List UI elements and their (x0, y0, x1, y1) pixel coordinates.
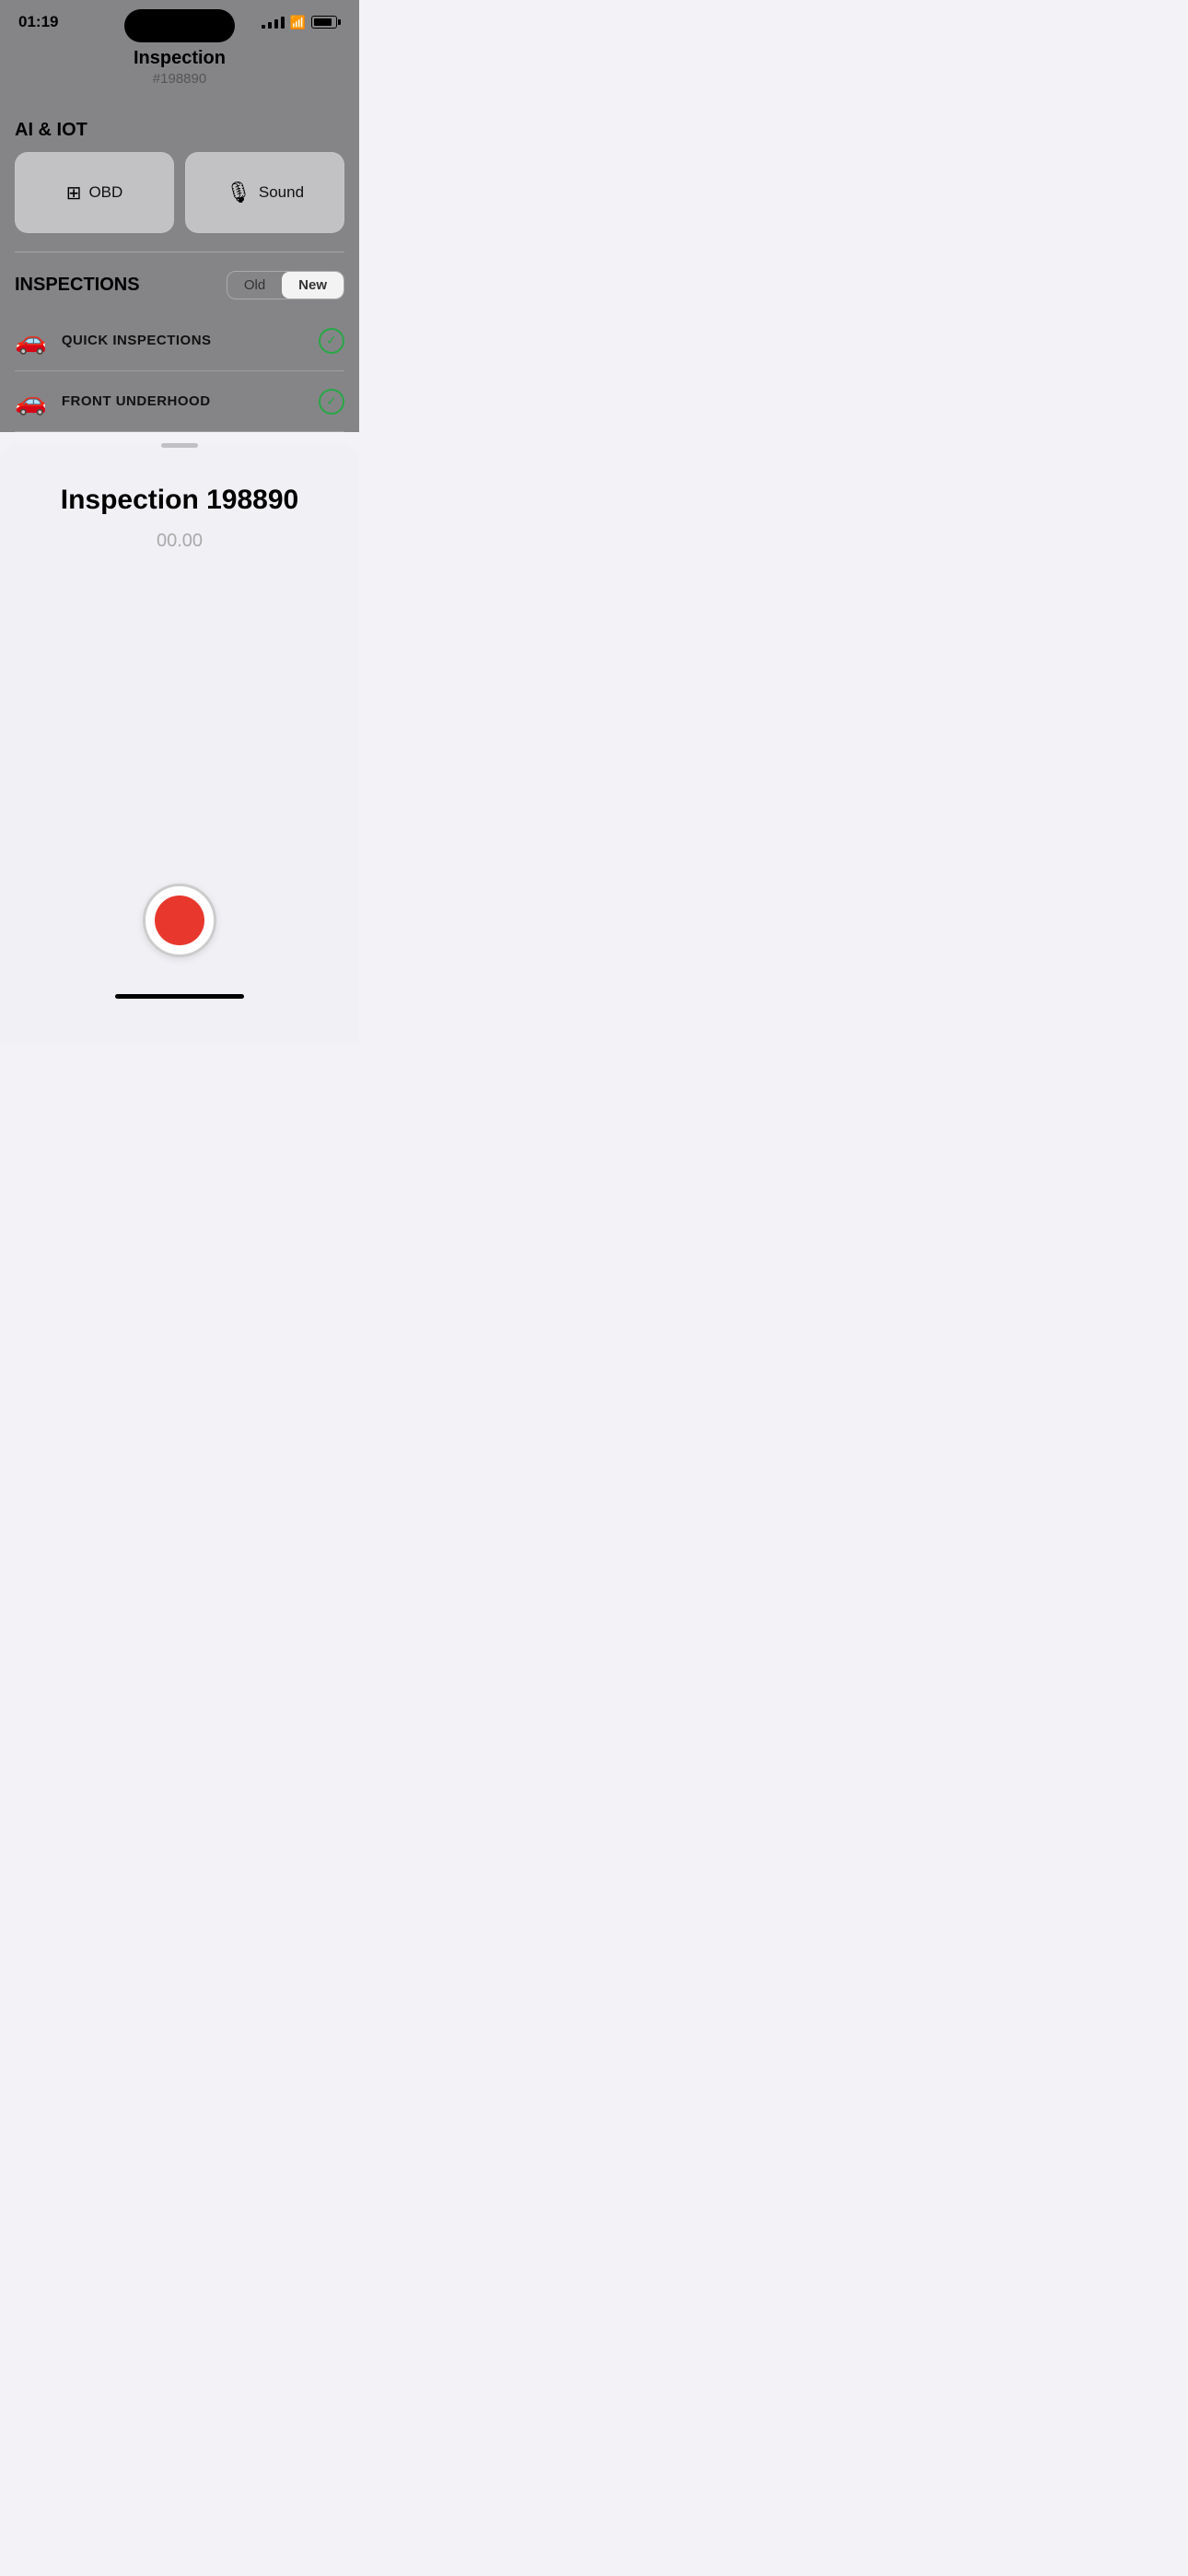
toggle-group: Old New (227, 271, 344, 299)
record-button-container (0, 847, 359, 985)
status-time: 01:19 (18, 13, 58, 31)
check-icon: ✓ (326, 333, 337, 348)
background-screen: 01:19 📶 Inspection #198890 (0, 0, 359, 432)
front-underhood-check: ✓ (319, 389, 344, 415)
obd-card[interactable]: ⊞ OBD (15, 152, 174, 233)
wifi-icon: 📶 (290, 15, 306, 30)
front-underhood-label: FRONT UNDERHOOD (62, 393, 304, 409)
car-icon-front: 🚗 (15, 386, 47, 416)
page-title: Inspection (18, 48, 341, 69)
old-toggle-button[interactable]: Old (227, 272, 282, 299)
inspections-label: INSPECTIONS (15, 275, 140, 296)
quick-inspections-label: QUICK INSPECTIONS (62, 333, 304, 348)
obd-label: OBD (88, 183, 122, 202)
quick-inspections-check: ✓ (319, 328, 344, 354)
dynamic-island (124, 9, 235, 42)
car-icon-quick: 🚗 (15, 325, 47, 356)
sheet-title: Inspection 198890 (0, 448, 359, 531)
inspections-header: INSPECTIONS Old New (15, 256, 344, 310)
check-icon-2: ✓ (326, 393, 337, 409)
microphone-icon: 🎙 (226, 181, 251, 205)
ai-cards: ⊞ OBD 🎙 Sound (15, 152, 344, 233)
sound-card[interactable]: 🎙 Sound (185, 152, 344, 233)
new-toggle-button[interactable]: New (282, 272, 344, 299)
obd-icon: ⊞ (66, 181, 82, 205)
battery-icon (311, 16, 341, 29)
nav-title: Inspection #198890 (0, 41, 359, 105)
sheet-time-display: 00.00 (0, 531, 359, 570)
home-indicator (115, 994, 244, 999)
status-icons: 📶 (262, 15, 341, 30)
signal-icon (262, 17, 285, 29)
status-bar: 01:19 📶 (0, 0, 359, 41)
page-subtitle: #198890 (18, 71, 341, 87)
bottom-sheet: Inspection 198890 00.00 (0, 443, 359, 1045)
record-dot (155, 896, 204, 945)
quick-inspections-row[interactable]: 🚗 QUICK INSPECTIONS ✓ (15, 310, 344, 371)
main-content: AI & IOT ⊞ OBD 🎙 Sound INSPECTIONS Old N… (0, 105, 359, 432)
record-button[interactable] (143, 884, 216, 957)
ai-section-label: AI & IOT (15, 105, 344, 152)
sheet-body (0, 570, 359, 847)
sound-label: Sound (259, 183, 304, 202)
front-underhood-row[interactable]: 🚗 FRONT UNDERHOOD ✓ (15, 371, 344, 432)
